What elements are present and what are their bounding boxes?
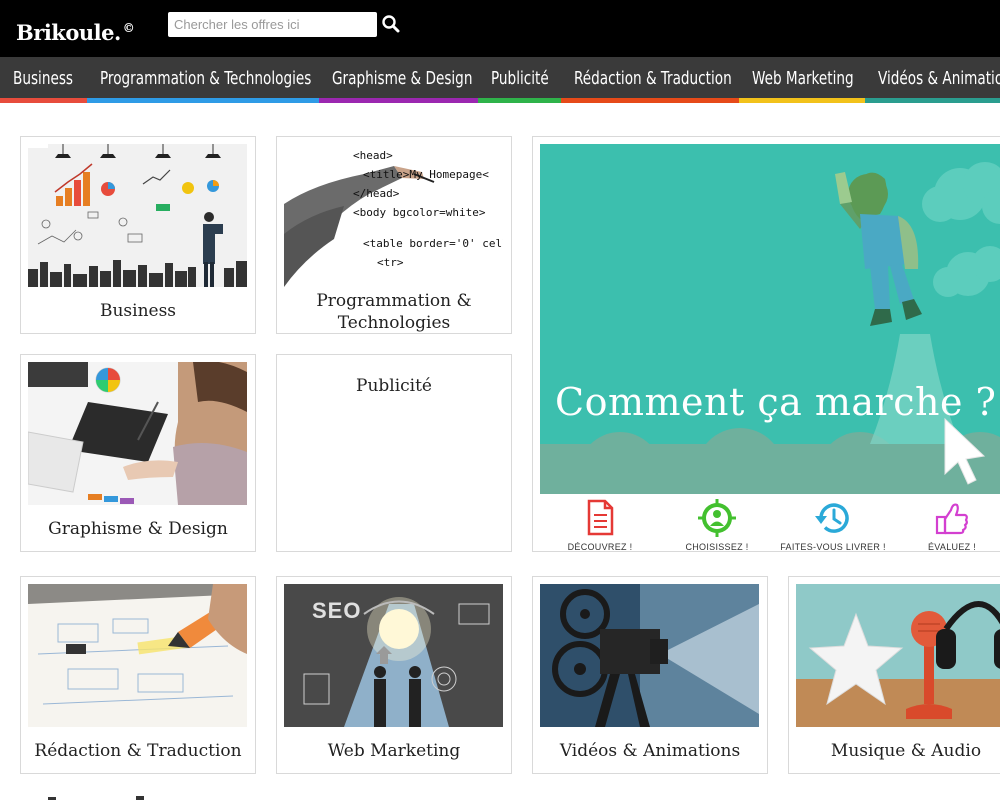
banner-illustration	[540, 144, 1000, 494]
nav-color-bar	[865, 98, 1000, 103]
search-icon	[382, 15, 400, 33]
code-line: <table border='0' cell	[363, 237, 503, 250]
search-button[interactable]	[380, 12, 402, 36]
category-card-label: Business	[99, 301, 177, 321]
nav-color-bar	[87, 98, 319, 103]
nav-color-bar	[478, 98, 561, 103]
nav-item-label: Publicité	[491, 68, 549, 89]
history-icon	[815, 503, 849, 533]
category-card-musique[interactable]: Musique & Audio	[788, 576, 1000, 774]
redaction-image	[28, 584, 247, 727]
business-image	[28, 144, 247, 287]
step-choisissez[interactable]: CHOISISSEZ !	[657, 499, 777, 552]
nav-item-label: Programmation & Technologies	[100, 68, 312, 89]
nav-item-publicite[interactable]: Publicité	[478, 57, 561, 103]
thumbs-up-icon	[935, 503, 968, 535]
nav-item-programmation[interactable]: Programmation & Technologies	[87, 57, 319, 103]
nav-item-redaction[interactable]: Rédaction & Traduction	[561, 57, 739, 103]
category-card-web-marketing[interactable]: SEO Web Marketing	[276, 576, 512, 774]
graphisme-image	[28, 362, 247, 505]
nav-item-videos[interactable]: Vidéos & Animations	[865, 57, 1000, 103]
how-it-works-banner[interactable]: Comment ça marche ?	[540, 144, 1000, 494]
category-card-label: Publicité	[356, 376, 432, 396]
category-card-redaction[interactable]: Rédaction & Traduction	[20, 576, 256, 774]
category-card-label: Rédaction & Traduction	[34, 741, 242, 761]
document-icon	[587, 499, 614, 536]
nav-item-label: Business	[13, 68, 73, 89]
logo-text: Brikoule.	[16, 20, 121, 45]
how-it-works-title: Comment ça marche ?	[555, 380, 997, 424]
code-line: </head>	[353, 187, 400, 200]
step-label: CHOISISSEZ !	[685, 542, 749, 552]
step-decouvrez[interactable]: DÉCOUVREZ !	[540, 499, 660, 552]
nav-color-bar	[0, 98, 87, 103]
step-label: DÉCOUVREZ !	[567, 542, 633, 552]
category-card-label: Web Marketing	[327, 741, 461, 761]
step-evaluez[interactable]: ÉVALUEZ !	[892, 499, 1000, 552]
musique-image	[796, 584, 1000, 727]
category-card-publicite[interactable]: Publicité	[276, 354, 512, 552]
brand-logo[interactable]: Brikoule. ©	[16, 14, 135, 47]
how-it-works-panel: Comment ça marche ? DÉCOUVREZ ! CHOISISS…	[532, 136, 1000, 552]
category-card-label: Graphisme & Design	[48, 519, 228, 539]
logo-mark: ©	[122, 21, 135, 35]
videos-image	[540, 584, 759, 727]
nav-item-label: Rédaction & Traduction	[574, 68, 732, 89]
cropped-heading-fragment	[48, 796, 144, 800]
step-label: ÉVALUEZ !	[927, 542, 977, 552]
step-label: FAITES-VOUS LIVRER !	[780, 542, 886, 552]
category-card-label: Musique & Audio	[830, 741, 982, 761]
web-marketing-image: SEO	[284, 584, 503, 727]
category-card-label: Vidéos & Animations	[559, 741, 741, 761]
step-faites-vous-livrer[interactable]: FAITES-VOUS LIVRER !	[773, 499, 893, 552]
code-line: <body bgcolor=white>	[353, 206, 486, 219]
code-line: <tr>	[377, 256, 404, 269]
category-card-videos[interactable]: Vidéos & Animations	[532, 576, 768, 774]
nav-color-bar	[319, 98, 478, 103]
nav-item-business[interactable]: Business	[0, 57, 87, 103]
nav-item-web-marketing[interactable]: Web Marketing	[739, 57, 865, 103]
category-card-programmation[interactable]: <head> <title>My Homepage< </head> <body…	[276, 136, 512, 334]
nav-item-label: Vidéos & Animations	[878, 68, 1000, 89]
seo-text: SEO	[312, 598, 362, 623]
category-card-business[interactable]: Business	[20, 136, 256, 334]
nav-item-label: Web Marketing	[752, 68, 854, 89]
nav-color-bar	[739, 98, 865, 103]
target-person-icon	[698, 499, 736, 537]
search-input[interactable]	[168, 12, 377, 37]
code-overlay: <head> <title>My Homepage< </head> <body…	[353, 144, 503, 289]
top-header: Brikoule. ©	[0, 0, 1000, 57]
category-nav: Business Programmation & Technologies Gr…	[0, 57, 1000, 103]
code-line: <title>My Homepage<	[363, 168, 489, 181]
category-card-label: Programmation & Technologies	[316, 291, 472, 333]
code-line: <head>	[353, 149, 393, 162]
nav-item-graphisme[interactable]: Graphisme & Design	[319, 57, 478, 103]
nav-color-bar	[561, 98, 739, 103]
category-card-graphisme[interactable]: Graphisme & Design	[20, 354, 256, 552]
nav-item-label: Graphisme & Design	[332, 68, 473, 89]
